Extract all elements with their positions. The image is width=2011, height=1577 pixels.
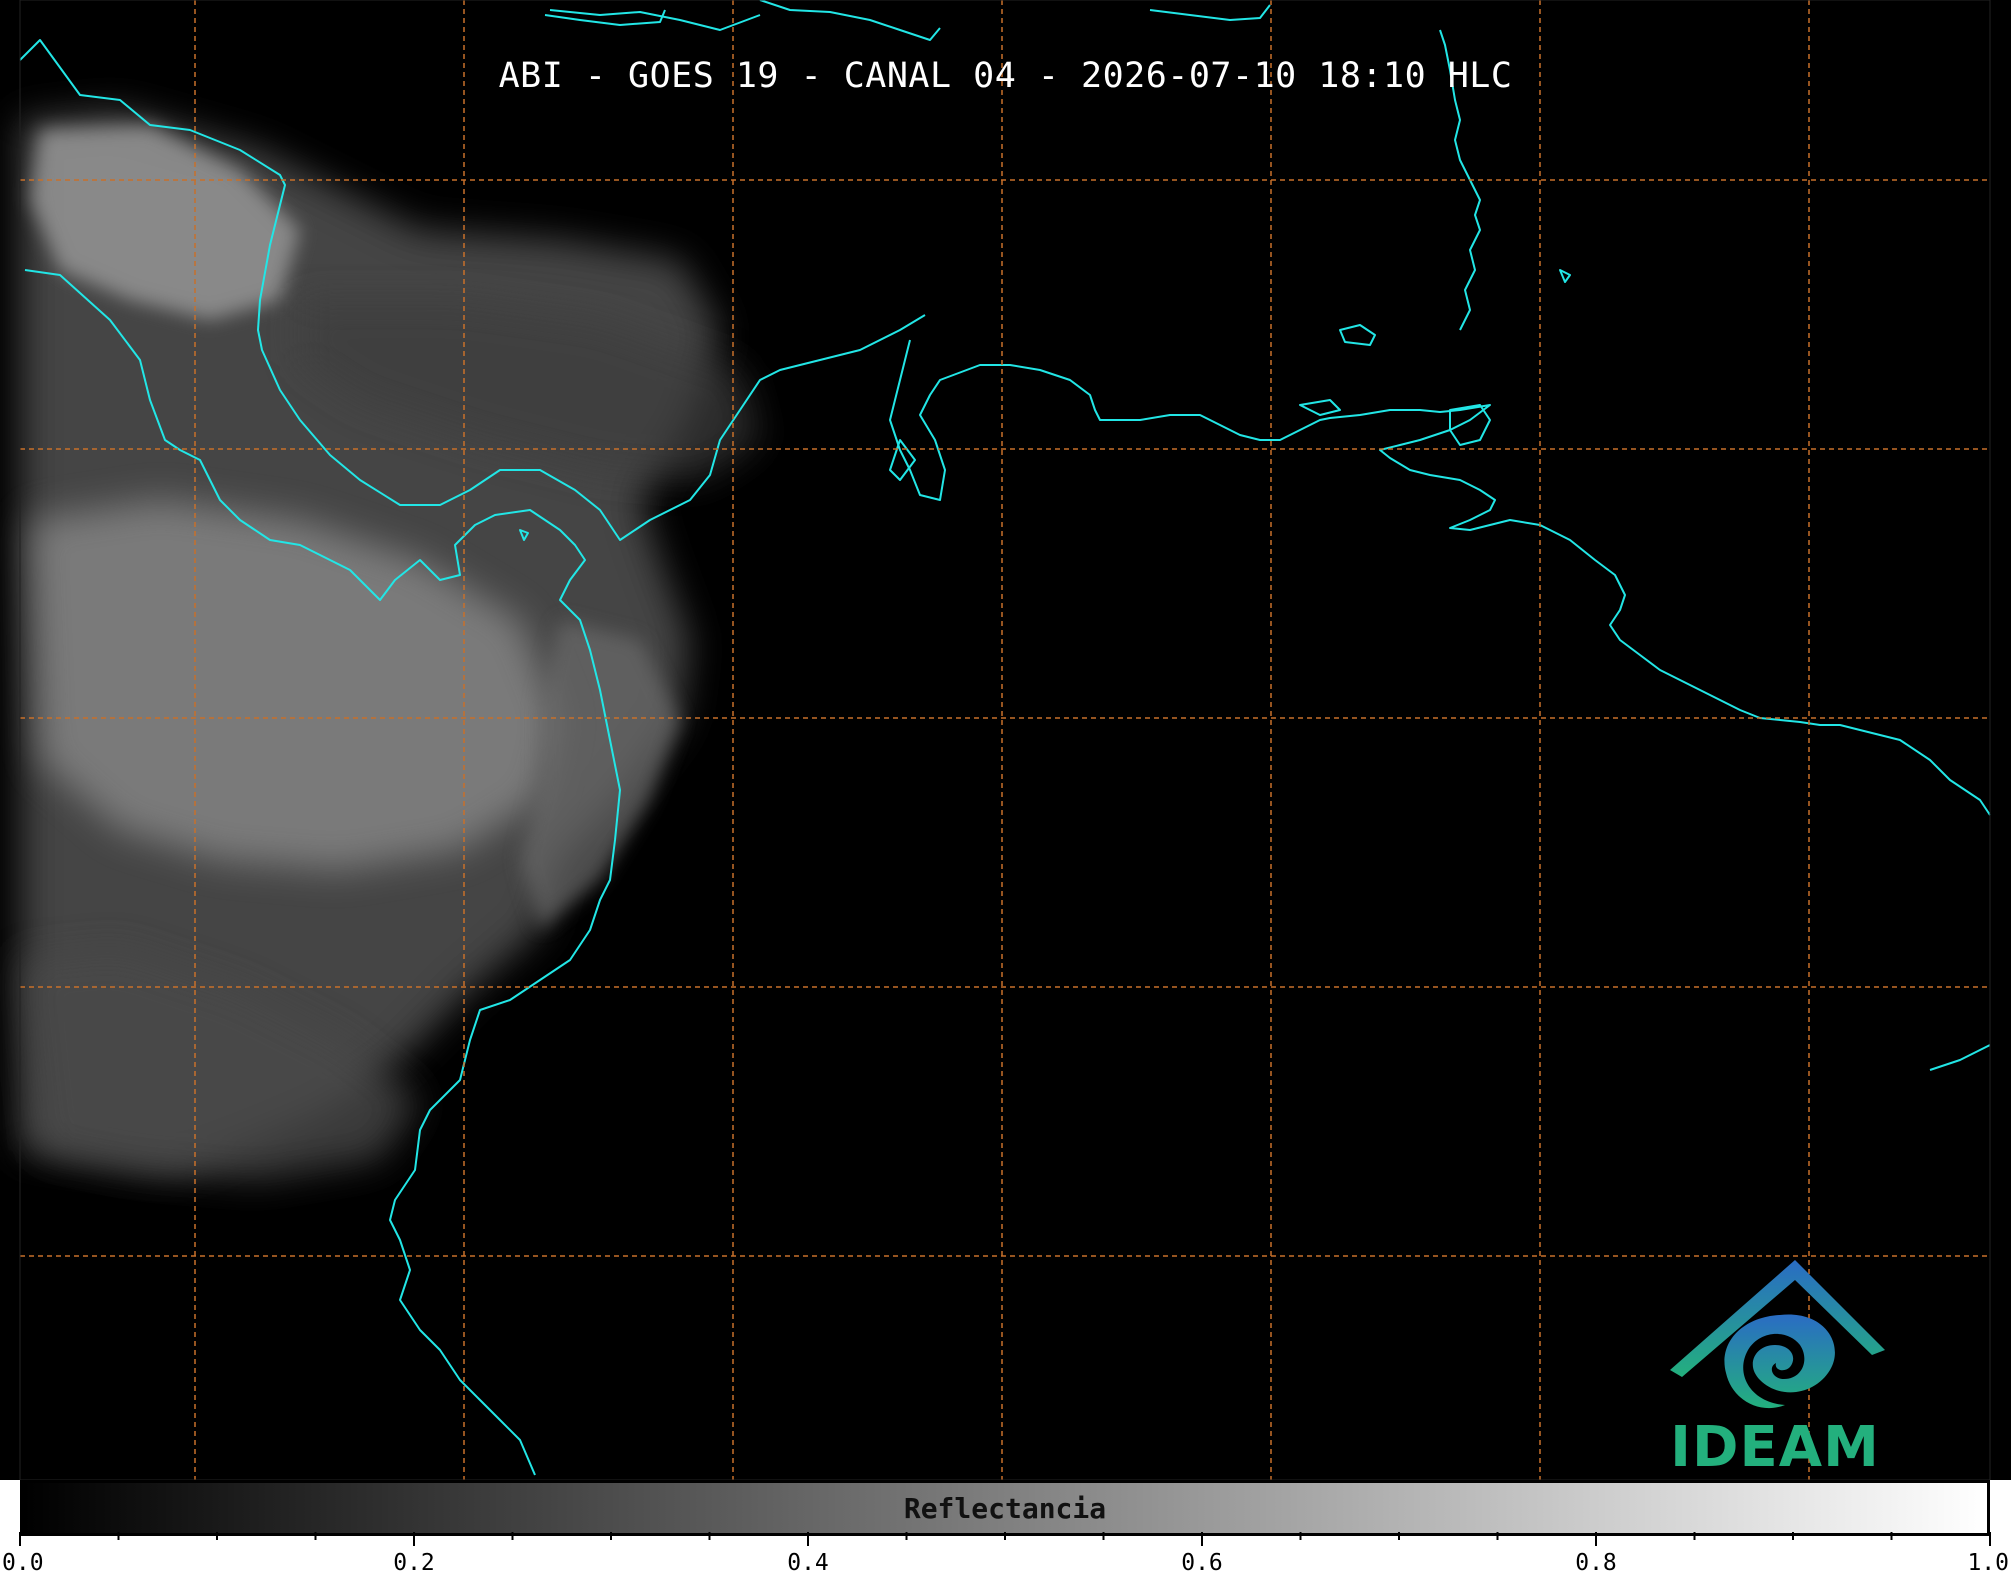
ideam-logo: IDEAM [1660, 1255, 1890, 1480]
colorbar-tick-label: 0.8 [1575, 1550, 1617, 1576]
coastline-colombia-venezuela-north [889, 339, 1991, 816]
coastline-venezuela-east [1929, 1044, 1991, 1071]
colorbar-tick-label: 1.0 [1967, 1550, 2009, 1576]
ideam-logo-text: IDEAM [1670, 1415, 1880, 1480]
map-title: ABI - GOES 19 - CANAL 04 - 2026-07-10 18… [498, 56, 1513, 96]
colorbar-tick-label: 0.0 [2, 1550, 44, 1576]
colorbar-label: Reflectancia [903, 1492, 1107, 1525]
colorbar-tick-label: 0.4 [787, 1550, 829, 1576]
satellite-map: ABI - GOES 19 - CANAL 04 - 2026-07-10 18… [0, 0, 2011, 1480]
ideam-logo-icon [1670, 1260, 1885, 1409]
coastline-island-hispaniola [759, 0, 941, 41]
cloud-field [20, 110, 760, 1180]
colorbar-tick-label: 0.2 [393, 1550, 435, 1576]
colorbar-tick-label: 0.6 [1181, 1550, 1223, 1576]
colorbar-axis: 0.0 0.2 0.4 0.6 0.8 1.0 [2, 1532, 2009, 1576]
coastline-island-small-1 [1559, 269, 1571, 283]
coastline-island-puerto-rico [1149, 4, 1271, 21]
coastline-island-small-2 [1339, 324, 1376, 346]
colorbar: Reflectancia [20, 1480, 1990, 1536]
coastline-island-small-3 [1299, 399, 1341, 416]
